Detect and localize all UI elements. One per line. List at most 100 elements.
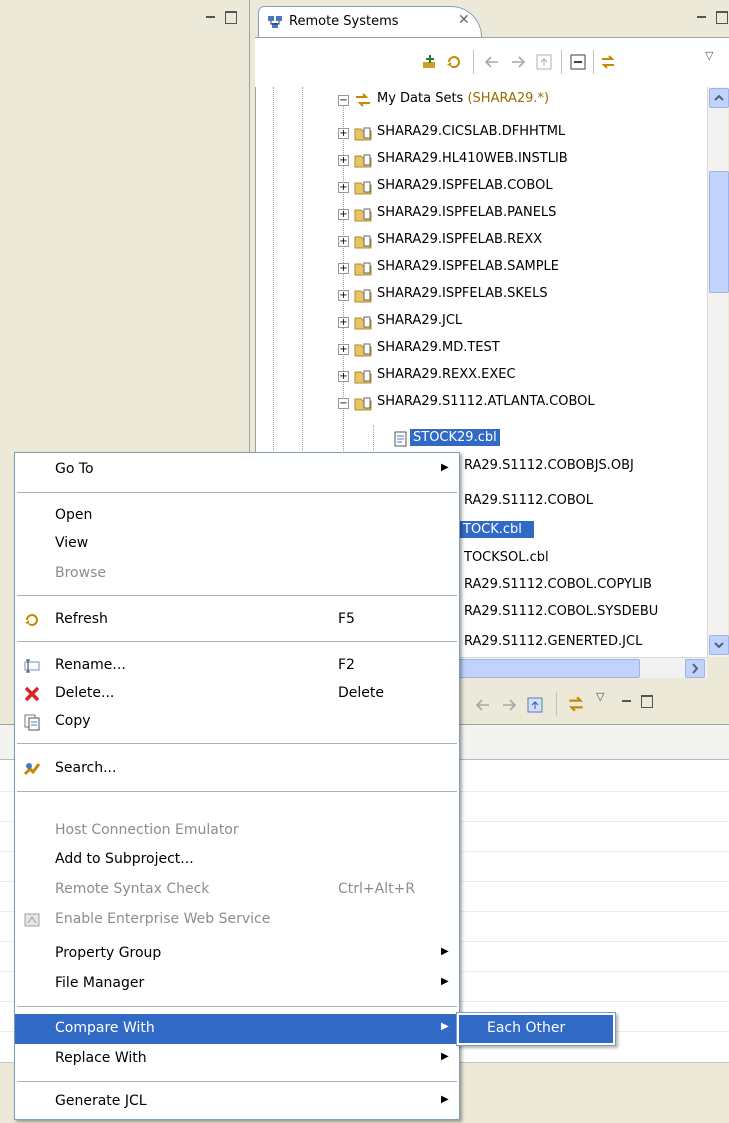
link-with-editor-icon[interactable] xyxy=(599,53,617,71)
dataset-folder-icon xyxy=(354,289,372,303)
tree-item-my-data-sets[interactable]: − My Data Sets (SHARA29.*) xyxy=(256,87,708,114)
forward-icon[interactable] xyxy=(500,696,518,714)
menu-item-refresh[interactable]: Refresh F5 xyxy=(15,605,459,635)
refresh-icon[interactable] xyxy=(445,53,463,71)
menu-item-search[interactable]: Search... xyxy=(15,754,459,784)
forward-icon[interactable] xyxy=(509,53,527,71)
view-menu-icon[interactable]: ▽ xyxy=(596,690,604,703)
tree-item-dataset[interactable]: + SHARA29.CICSLAB.DFHHTML xyxy=(256,120,708,147)
tree-item-dataset[interactable]: + SHARA29.ISPFELAB.SKELS xyxy=(256,282,708,309)
expand-icon[interactable]: + xyxy=(338,128,349,139)
menu-item-label: Open xyxy=(55,507,93,523)
menu-item-open[interactable]: Open xyxy=(15,501,459,531)
expand-icon[interactable]: + xyxy=(338,263,349,274)
menu-item-compare-with[interactable]: Compare With ▶ xyxy=(15,1014,459,1044)
back-icon[interactable] xyxy=(483,53,501,71)
link-with-editor-icon[interactable] xyxy=(566,694,586,714)
tree-vertical-scrollbar[interactable] xyxy=(707,87,729,657)
maximize-icon[interactable] xyxy=(640,695,653,708)
menu-item-label: Remote Syntax Check xyxy=(55,881,210,897)
tree-item-dataset[interactable]: + SHARA29.REXX.EXEC xyxy=(256,363,708,390)
bottom-view-controls xyxy=(622,694,653,708)
menu-item-label: Refresh xyxy=(55,611,108,627)
new-connection-icon[interactable] xyxy=(421,53,439,71)
expand-icon[interactable]: + xyxy=(338,209,349,220)
tree-item-member[interactable]: STOCK29.cbl xyxy=(256,426,708,453)
minimize-icon[interactable] xyxy=(697,15,706,20)
tree-item-dataset-expanded[interactable]: − SHARA29.S1112.ATLANTA.COBOL xyxy=(256,390,708,417)
expand-icon[interactable]: + xyxy=(338,371,349,382)
tree-item-label: RA29.S1112.GENERTED.JCL xyxy=(464,634,643,649)
tree-item-dataset[interactable]: + SHARA29.JCL xyxy=(256,309,708,336)
menu-item-label: Each Other xyxy=(487,1020,566,1036)
menu-item-delete[interactable]: Delete... Delete xyxy=(15,679,459,709)
menu-item-replace-with[interactable]: Replace With ▶ xyxy=(15,1044,459,1074)
tab-remote-systems[interactable]: Remote Systems ✕ xyxy=(258,6,482,37)
tree-item-label: SHARA29.JCL xyxy=(377,313,463,328)
menu-item-label: Add to Subproject... xyxy=(55,851,194,867)
collapse-icon[interactable]: − xyxy=(338,95,349,106)
dataset-folder-icon xyxy=(354,343,372,357)
maximize-icon[interactable] xyxy=(224,11,237,24)
collapse-all-icon[interactable] xyxy=(569,53,587,71)
menu-item-label: Generate JCL xyxy=(55,1093,147,1109)
delete-icon xyxy=(24,686,40,702)
tree-item-dataset[interactable]: + SHARA29.MD.TEST xyxy=(256,336,708,363)
tree-item-label: SHARA29.ISPFELAB.REXX xyxy=(377,232,543,247)
menu-item-generate-jcl[interactable]: Generate JCL ▶ xyxy=(15,1087,459,1117)
close-icon[interactable]: ✕ xyxy=(458,12,470,28)
toolbar-separator xyxy=(561,50,562,74)
tree-item-label: My Data Sets xyxy=(377,91,464,106)
scroll-thumb[interactable] xyxy=(709,171,729,293)
expand-icon[interactable]: + xyxy=(338,290,349,301)
minimize-icon[interactable] xyxy=(206,15,215,20)
menu-item-property-group[interactable]: Property Group ▶ xyxy=(15,939,459,969)
tree-item-dataset[interactable]: + SHARA29.ISPFELAB.COBOL xyxy=(256,174,708,201)
menu-item-label: Rename... xyxy=(55,657,126,673)
expand-icon[interactable]: + xyxy=(338,155,349,166)
maximize-icon[interactable] xyxy=(715,11,728,24)
expand-icon[interactable]: + xyxy=(338,344,349,355)
up-level-icon[interactable] xyxy=(535,53,553,71)
menu-item-label: Go To xyxy=(55,461,94,477)
up-level-icon[interactable] xyxy=(526,696,544,714)
search-icon xyxy=(23,763,41,776)
back-icon[interactable] xyxy=(474,696,492,714)
menu-item-shortcut: Delete xyxy=(338,685,384,701)
expand-icon[interactable]: + xyxy=(338,182,349,193)
menu-item-add-to-subproject[interactable]: Add to Subproject... xyxy=(15,845,459,875)
menu-item-remote-syntax-check: Remote Syntax Check Ctrl+Alt+R xyxy=(15,875,459,905)
tree-item-label: RA29.S1112.COBOBJS.OBJ xyxy=(464,458,634,473)
menu-item-host-connection-emulator: Host Connection Emulator xyxy=(15,816,459,846)
tree-item-dataset[interactable]: + SHARA29.HL410WEB.INSTLIB xyxy=(256,147,708,174)
tree-item-dataset[interactable]: + SHARA29.ISPFELAB.SAMPLE xyxy=(256,255,708,282)
scroll-up-button[interactable] xyxy=(709,88,729,108)
cobol-file-icon xyxy=(394,431,407,447)
tree-item-dataset[interactable]: + SHARA29.ISPFELAB.PANELS xyxy=(256,201,708,228)
menu-item-label: Replace With xyxy=(55,1050,147,1066)
menu-item-label: Property Group xyxy=(55,945,162,961)
remote-view-controls xyxy=(697,10,728,24)
submenu-arrow-icon: ▶ xyxy=(441,1021,449,1032)
expand-icon[interactable]: + xyxy=(338,317,349,328)
scroll-right-button[interactable] xyxy=(685,659,705,678)
menu-item-rename[interactable]: Rename... F2 xyxy=(15,651,459,681)
menu-item-file-manager[interactable]: File Manager ▶ xyxy=(15,969,459,999)
collapse-icon[interactable]: − xyxy=(338,398,349,409)
submenu-arrow-icon: ▶ xyxy=(441,946,449,957)
menu-item-copy[interactable]: Copy xyxy=(15,707,459,737)
minimize-icon[interactable] xyxy=(622,699,631,704)
scroll-thumb[interactable] xyxy=(458,659,640,678)
submenu-item-each-other[interactable]: Each Other xyxy=(459,1015,613,1043)
copy-icon xyxy=(24,714,40,731)
tree-item-dataset[interactable]: + SHARA29.ISPFELAB.REXX xyxy=(256,228,708,255)
menu-item-go-to[interactable]: Go To ▶ xyxy=(15,455,459,485)
scroll-down-button[interactable] xyxy=(709,635,729,655)
tree-item-label: SHARA29.ISPFELAB.SKELS xyxy=(377,286,548,301)
view-menu-icon[interactable]: ▽ xyxy=(705,49,713,62)
remote-view-toolbar: ▽ xyxy=(255,37,729,88)
menu-item-view[interactable]: View xyxy=(15,529,459,559)
menu-separator xyxy=(17,743,457,744)
expand-icon[interactable]: + xyxy=(338,236,349,247)
tree-item-label: RA29.S1112.COBOL.SYSDEBU xyxy=(464,604,659,619)
